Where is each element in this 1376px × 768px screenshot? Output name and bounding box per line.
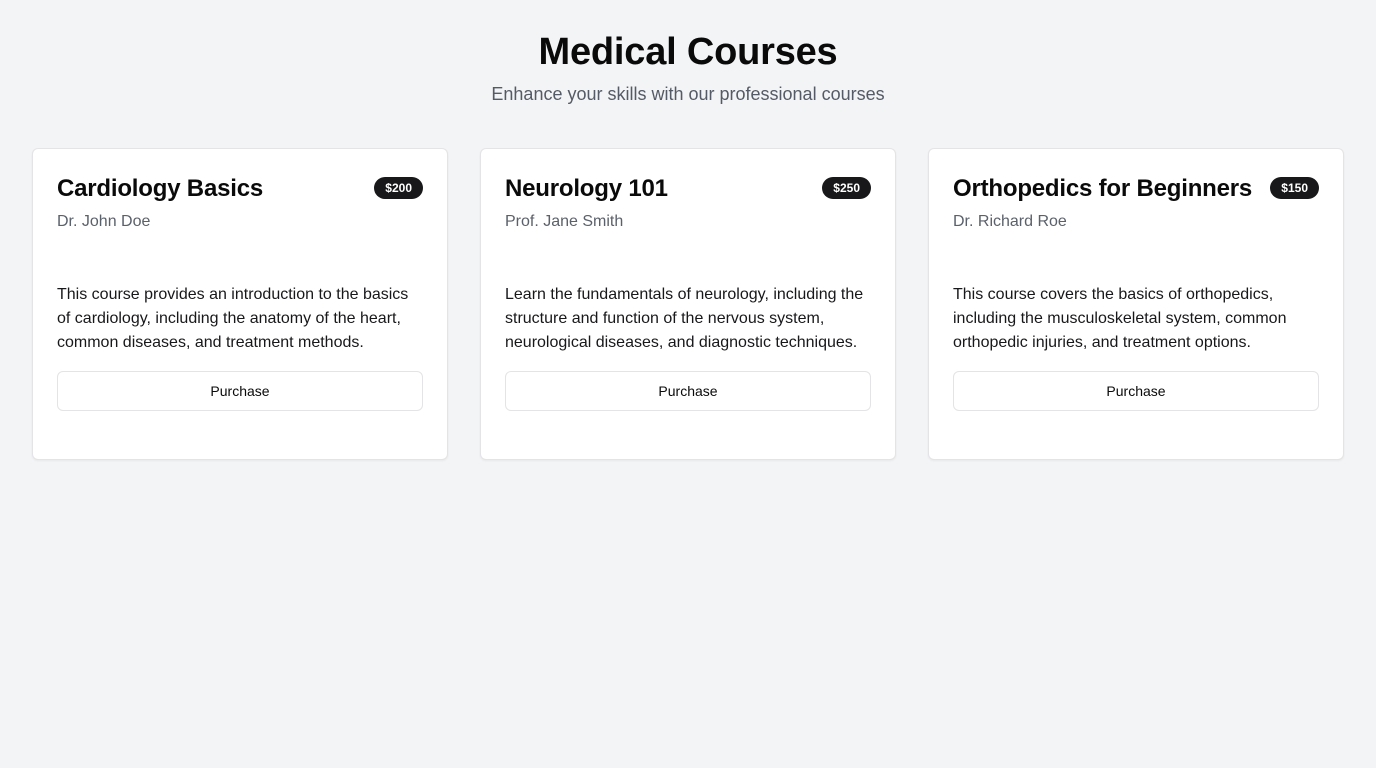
course-title: Orthopedics for Beginners [953, 175, 1253, 202]
course-card: Orthopedics for Beginners $150 Dr. Richa… [928, 148, 1344, 460]
purchase-button[interactable]: Purchase [57, 371, 423, 411]
course-grid: Cardiology Basics $200 Dr. John Doe This… [32, 148, 1344, 460]
course-title: Neurology 101 [505, 175, 668, 202]
course-card: Cardiology Basics $200 Dr. John Doe This… [32, 148, 448, 460]
price-badge: $250 [822, 177, 871, 199]
page-header: Medical Courses Enhance your skills with… [0, 0, 1376, 106]
course-description: Learn the fundamentals of neurology, inc… [505, 286, 864, 351]
page-title: Medical Courses [538, 31, 838, 73]
course-instructor: Prof. Jane Smith [505, 213, 624, 230]
price-badge: $200 [374, 177, 423, 199]
page: Medical Courses Enhance your skills with… [0, 0, 1376, 768]
course-description: This course covers the basics of orthope… [953, 286, 1287, 351]
course-instructor: Dr. Richard Roe [953, 213, 1067, 230]
purchase-button[interactable]: Purchase [953, 371, 1319, 411]
course-card-header: Neurology 101 $250 [505, 173, 871, 205]
course-card: Neurology 101 $250 Prof. Jane Smith Lear… [480, 148, 896, 460]
course-card-header: Cardiology Basics $200 [57, 173, 423, 205]
price-badge: $150 [1270, 177, 1319, 199]
course-description: This course provides an introduction to … [57, 286, 409, 351]
course-instructor: Dr. John Doe [57, 213, 151, 230]
course-title: Cardiology Basics [57, 175, 264, 202]
purchase-button[interactable]: Purchase [505, 371, 871, 411]
course-card-header: Orthopedics for Beginners $150 [953, 173, 1319, 205]
page-subtitle: Enhance your skills with our professiona… [491, 84, 885, 104]
